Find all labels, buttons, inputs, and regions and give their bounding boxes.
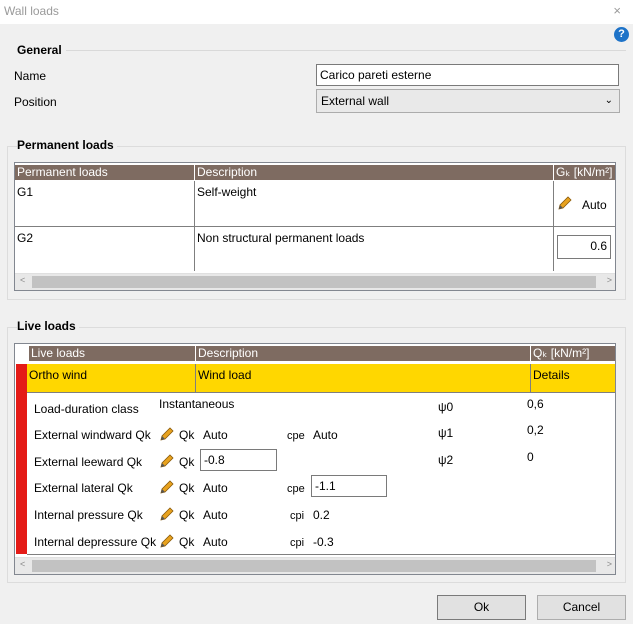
external-leeward-input[interactable]: -0.8 [200, 449, 277, 471]
cpe-lateral-input[interactable]: -1.1 [311, 475, 387, 497]
ok-button[interactable]: Ok [437, 595, 526, 620]
pencil-icon[interactable] [159, 533, 175, 549]
scroll-right-icon[interactable]: > [607, 559, 612, 569]
pencil-icon[interactable] [557, 195, 573, 211]
name-input[interactable]: Carico pareti esterne [316, 64, 619, 86]
table-row-g1-value[interactable]: Auto [554, 181, 615, 226]
load-duration-label: Load-duration class [34, 402, 139, 416]
qk-label: Qk [179, 455, 195, 469]
internal-pressure-label: Internal pressure Qk [34, 508, 143, 522]
scroll-left-icon[interactable]: < [20, 275, 25, 285]
title-bar: Wall loads × [0, 0, 633, 24]
permanent-horizontal-scrollbar[interactable]: < > [15, 273, 615, 290]
qk-label: Qk [179, 428, 195, 442]
position-select[interactable]: External wall ⌄ [316, 89, 620, 113]
external-leeward-label: External leeward Qk [34, 455, 143, 469]
window-title: Wall loads [4, 4, 59, 18]
external-windward-value: Auto [203, 428, 228, 442]
row-marker [16, 364, 27, 554]
g2-value-input[interactable]: 0.6 [557, 235, 611, 259]
header-live-loads: Live loads [29, 346, 195, 361]
general-divider [66, 50, 626, 51]
scroll-left-icon[interactable]: < [20, 559, 25, 569]
ortho-wind-description: Wind load [196, 364, 531, 392]
scrollbar-thumb[interactable] [32, 276, 596, 288]
cancel-button[interactable]: Cancel [537, 595, 626, 620]
ortho-wind-load: Ortho wind [27, 364, 196, 392]
external-lateral-value: Auto [203, 481, 228, 495]
qk-label: Qk [179, 535, 195, 549]
load-duration-value: Instantaneous [159, 397, 235, 411]
ortho-wind-details[interactable]: Details [531, 364, 615, 392]
table-row-ortho-wind[interactable]: Ortho wind Wind load Details [27, 364, 615, 392]
header-live-description: Description [196, 346, 530, 361]
table-row-g2-load[interactable]: G2 [15, 227, 195, 271]
cpi-pressure-value: 0.2 [313, 508, 330, 522]
external-lateral-label: External lateral Qk [34, 481, 133, 495]
close-icon[interactable]: × [613, 3, 621, 18]
header-description: Description [195, 165, 553, 180]
scroll-right-icon[interactable]: > [607, 275, 612, 285]
pencil-icon[interactable] [159, 453, 175, 469]
cpe-windward-value: Auto [313, 428, 338, 442]
position-label: Position [14, 95, 57, 109]
cpe-label: cpe [287, 430, 305, 442]
external-windward-label: External windward Qk [34, 428, 151, 442]
name-label: Name [14, 69, 47, 83]
header-gk: Gₖ [kN/m²] [554, 165, 615, 180]
scrollbar-thumb[interactable] [32, 560, 596, 572]
cpi-depressure-value: -0.3 [313, 535, 334, 549]
psi2-value: 0 [527, 450, 534, 464]
permanent-group-title: Permanent loads [17, 138, 117, 152]
table-row-g1-load[interactable]: G1 [15, 181, 195, 226]
table-row-g1-description[interactable]: Self-weight [195, 181, 554, 226]
cpi-label: cpi [290, 510, 305, 522]
live-group-title: Live loads [17, 319, 79, 333]
internal-depressure-value: Auto [203, 535, 228, 549]
psi0-value: 0,6 [527, 397, 544, 411]
psi0-label: ψ0 [438, 400, 454, 414]
row-divider [27, 392, 615, 393]
header-qk: Qₖ [kN/m²] [531, 346, 615, 361]
internal-pressure-value: Auto [203, 508, 228, 522]
internal-depressure-label: Internal depressure Qk [34, 535, 157, 549]
pencil-icon[interactable] [159, 426, 175, 442]
header-permanent-loads: Permanent loads [15, 165, 194, 180]
psi1-value: 0,2 [527, 423, 544, 437]
permanent-loads-grid: Permanent loads Description Gₖ [kN/m²] G… [14, 162, 616, 291]
row-divider [27, 554, 615, 555]
position-select-value: External wall [321, 94, 390, 108]
qk-label: Qk [179, 481, 195, 495]
general-group-title: General [17, 43, 62, 57]
cpi-label: cpi [290, 537, 305, 549]
chevron-down-icon: ⌄ [604, 95, 613, 106]
help-icon[interactable]: ? [614, 27, 629, 42]
pencil-icon[interactable] [159, 479, 175, 495]
psi1-label: ψ1 [438, 426, 454, 440]
g1-auto-value: Auto [582, 198, 607, 212]
cpe-label: cpe [287, 483, 305, 495]
pencil-icon[interactable] [159, 506, 175, 522]
live-horizontal-scrollbar[interactable]: < > [15, 557, 615, 574]
psi2-label: ψ2 [438, 453, 454, 467]
qk-label: Qk [179, 508, 195, 522]
table-row-g2-description[interactable]: Non structural permanent loads [195, 227, 554, 271]
live-loads-grid: Live loads Description Qₖ [kN/m²] Ortho … [14, 343, 616, 575]
